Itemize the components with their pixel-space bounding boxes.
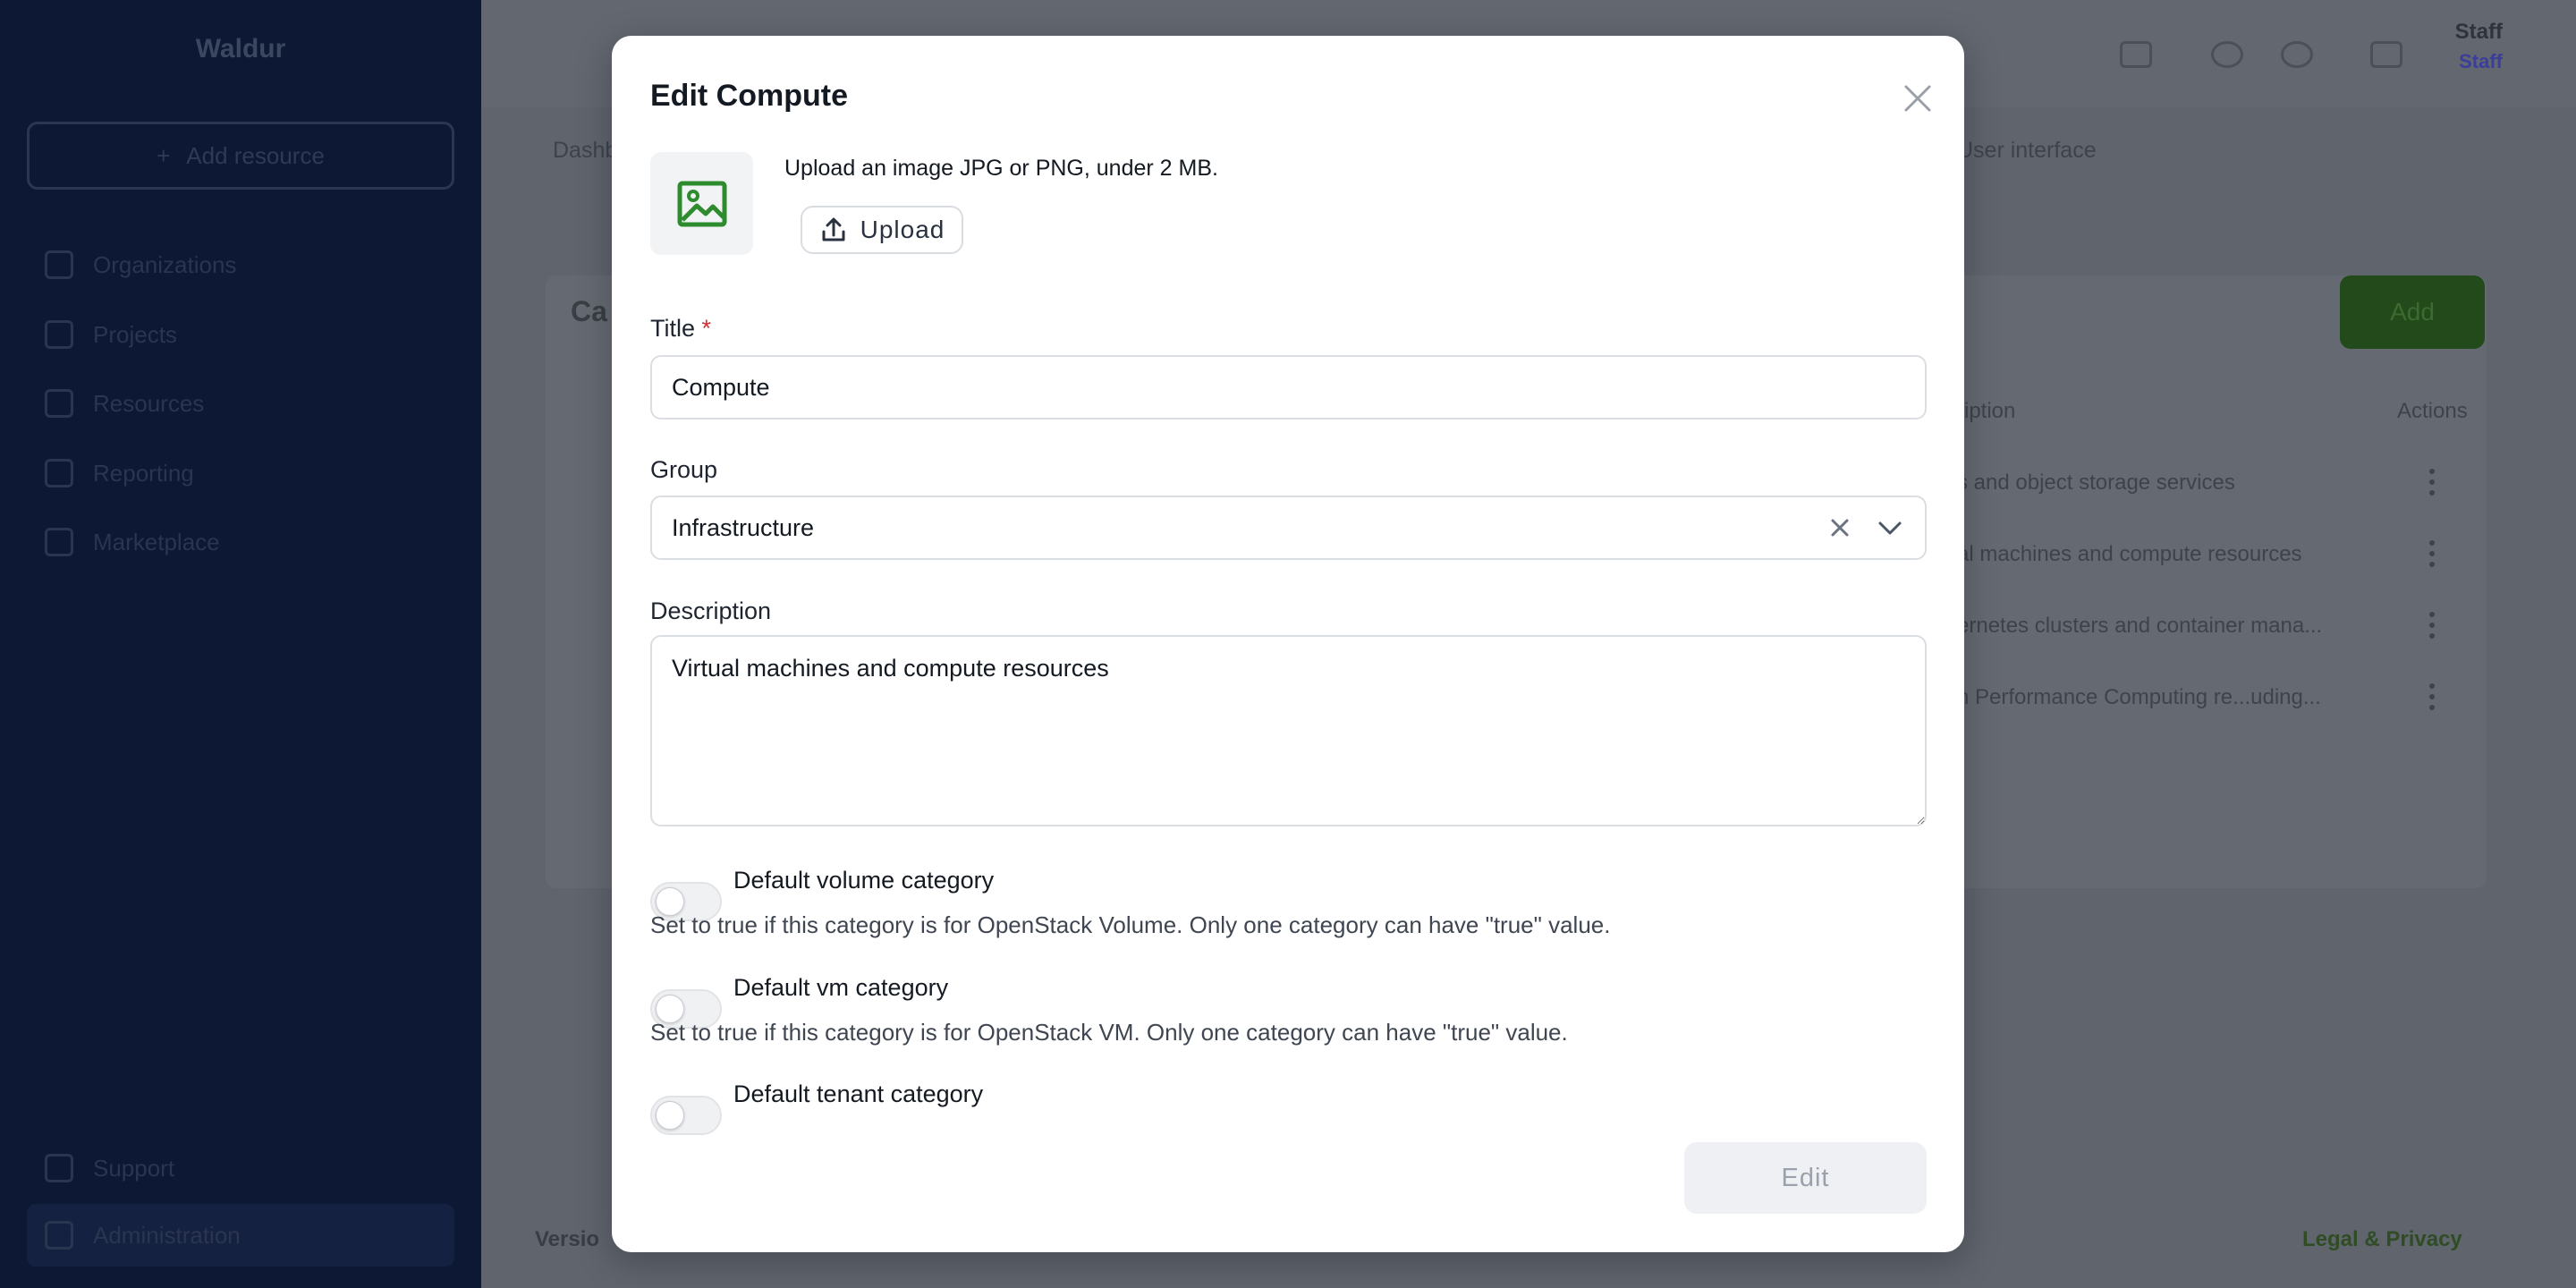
table-header-description: ription bbox=[1957, 399, 2016, 423]
breadcrumb[interactable]: Dashb bbox=[553, 138, 617, 164]
edit-category-modal: Edit Compute Upload an image JPG or PNG,… bbox=[612, 36, 1964, 1252]
flag-icon[interactable] bbox=[2370, 41, 2402, 68]
default-tenant-label: Default tenant category bbox=[733, 1080, 984, 1107]
sidebar-item-organizations[interactable]: Organizations bbox=[45, 250, 236, 279]
upload-icon bbox=[822, 217, 845, 242]
user-interface-link[interactable]: User interface bbox=[1957, 138, 2097, 164]
keyboard-icon[interactable] bbox=[2120, 41, 2152, 68]
sidebar-item-label: Support bbox=[93, 1154, 175, 1182]
chevron-down-icon[interactable] bbox=[1875, 513, 1905, 543]
default-volume-label: Default volume category bbox=[733, 867, 995, 894]
add-resource-button[interactable]: + Add resource bbox=[27, 122, 454, 190]
close-button[interactable] bbox=[1898, 79, 1937, 118]
sidebar-item-label: Reporting bbox=[93, 459, 194, 487]
plus-icon: + bbox=[157, 141, 171, 169]
brand-logo: Waldur bbox=[195, 34, 286, 64]
add-resource-label: Add resource bbox=[186, 141, 325, 169]
image-icon bbox=[677, 181, 726, 226]
group-select[interactable]: Infrastructure bbox=[650, 496, 1927, 560]
legal-privacy-link[interactable]: Legal & Privacy bbox=[2302, 1227, 2462, 1252]
default-volume-help: Set to true if this category is for Open… bbox=[650, 911, 1611, 938]
card-title: Ca bbox=[571, 295, 607, 327]
resource-icon bbox=[45, 389, 73, 418]
row-actions-icon[interactable] bbox=[2429, 469, 2435, 496]
sidebar-item-reporting[interactable]: Reporting bbox=[45, 459, 194, 487]
table-row: al machines and compute resources bbox=[1957, 542, 2302, 566]
group-select-value: Infrastructure bbox=[672, 513, 815, 541]
table-row: ernetes clusters and container mana... bbox=[1957, 614, 2323, 638]
clear-icon[interactable] bbox=[1825, 513, 1855, 543]
upload-button[interactable]: Upload bbox=[801, 206, 963, 254]
row-actions-icon[interactable] bbox=[2429, 612, 2435, 639]
edit-submit-button[interactable]: Edit bbox=[1684, 1142, 1927, 1214]
sidebar-item-label: Administration bbox=[93, 1221, 241, 1249]
group-label: Group bbox=[650, 456, 718, 483]
reporting-icon bbox=[45, 459, 73, 487]
row-actions-icon[interactable] bbox=[2429, 540, 2435, 567]
upload-hint: Upload an image JPG or PNG, under 2 MB. bbox=[784, 156, 1218, 181]
cart-icon bbox=[45, 528, 73, 556]
image-preview bbox=[650, 152, 753, 255]
sidebar-item-resources[interactable]: Resources bbox=[45, 389, 204, 418]
default-tenant-toggle[interactable] bbox=[650, 1096, 722, 1135]
sidebar-item-marketplace[interactable]: Marketplace bbox=[45, 528, 220, 556]
upload-label: Upload bbox=[860, 216, 945, 243]
default-vm-label: Default vm category bbox=[733, 974, 949, 1001]
gear-icon bbox=[45, 1221, 73, 1250]
sidebar-item-administration[interactable]: Administration bbox=[27, 1204, 454, 1267]
description-textarea[interactable]: Virtual machines and compute resources bbox=[650, 635, 1927, 826]
table-row: s and object storage services bbox=[1957, 470, 2235, 495]
row-actions-icon[interactable] bbox=[2429, 683, 2435, 710]
sidebar-item-label: Projects bbox=[93, 320, 177, 348]
project-icon bbox=[45, 320, 73, 349]
sidebar-item-support[interactable]: Support bbox=[45, 1154, 174, 1182]
title-label: Title * bbox=[650, 315, 712, 342]
search-icon[interactable] bbox=[2211, 41, 2243, 68]
description-label: Description bbox=[650, 597, 772, 624]
default-vm-help: Set to true if this category is for Open… bbox=[650, 1019, 1568, 1046]
sidebar-item-projects[interactable]: Projects bbox=[45, 320, 177, 349]
add-category-button[interactable]: Add bbox=[2340, 275, 2485, 349]
title-input[interactable]: Compute bbox=[650, 355, 1927, 419]
toggle-knob bbox=[656, 1101, 684, 1130]
bell-icon[interactable] bbox=[2281, 41, 2313, 68]
close-icon bbox=[1904, 85, 1931, 112]
user-role: Staff bbox=[2459, 50, 2503, 72]
sidebar-item-label: Marketplace bbox=[93, 528, 220, 555]
user-name[interactable]: Staff bbox=[2455, 20, 2503, 45]
required-mark: * bbox=[701, 315, 712, 342]
table-header-actions: Actions bbox=[2397, 399, 2468, 423]
modal-title: Edit Compute bbox=[650, 79, 848, 113]
organization-icon bbox=[45, 250, 73, 279]
version-label: Versio bbox=[535, 1227, 600, 1251]
sidebar-item-label: Resources bbox=[93, 389, 205, 417]
sidebar: Waldur + Add resource Organizations Proj… bbox=[0, 0, 481, 1288]
table-row: h Performance Computing re...uding... bbox=[1957, 685, 2321, 709]
sidebar-item-label: Organizations bbox=[93, 250, 237, 278]
support-icon bbox=[45, 1154, 73, 1182]
